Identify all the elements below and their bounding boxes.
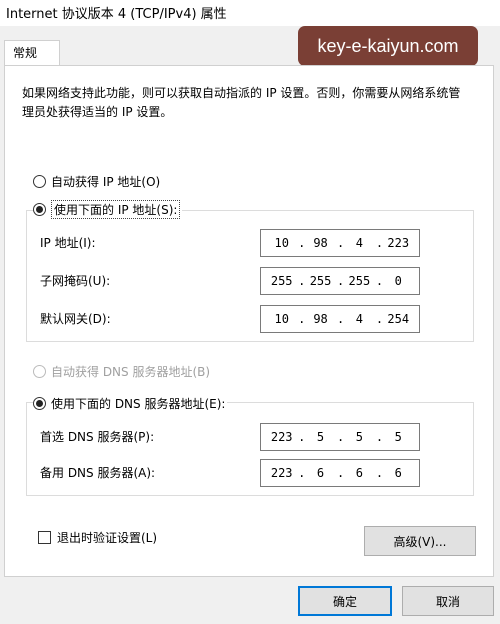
alternate-dns-input[interactable]: 223. 6. 6. 6	[260, 459, 420, 487]
radio-auto-dns-label: 自动获得 DNS 服务器地址(B)	[51, 364, 211, 379]
radio-auto-ip-circle[interactable]	[33, 174, 46, 188]
radio-auto-ip-label: 自动获得 IP 地址(O)	[51, 174, 161, 189]
default-gateway-input[interactable]: 10. 98. 4. 254	[260, 305, 420, 333]
default-gateway-label: 默认网关(D):	[40, 312, 111, 326]
preferred-dns-input[interactable]: 223. 5. 5. 5	[260, 423, 420, 451]
window-title: Internet 协议版本 4 (TCP/IPv4) 属性	[0, 0, 500, 26]
radio-manual-dns-circle[interactable]	[33, 396, 46, 410]
watermark: key-e-kaiyun.com	[298, 26, 478, 66]
advanced-button[interactable]: 高级(V)...	[364, 526, 476, 556]
radio-manual-ip[interactable]: 使用下面的 IP 地址(S):	[33, 199, 183, 219]
radio-manual-dns-label: 使用下面的 DNS 服务器地址(E):	[51, 396, 226, 411]
ip-address-input[interactable]: 10. 98. 4. 223	[260, 229, 420, 257]
ip-address-label: IP 地址(I):	[40, 236, 96, 250]
validate-settings-checkbox[interactable]	[38, 530, 51, 544]
description-text: 如果网络支持此功能，则可以获取自动指派的 IP 设置。否则，你需要从网络系统管理…	[22, 86, 461, 119]
ok-button[interactable]: 确定	[298, 586, 392, 616]
subnet-mask-label: 子网掩码(U):	[40, 274, 111, 288]
validate-settings-checkbox-row[interactable]: 退出时验证设置(L)	[38, 528, 157, 546]
validate-settings-label: 退出时验证设置(L)	[57, 530, 158, 545]
cancel-button[interactable]: 取消	[402, 586, 494, 616]
tab-general[interactable]: 常规	[4, 40, 60, 66]
subnet-mask-input[interactable]: 255. 255. 255. 0	[260, 267, 420, 295]
radio-manual-ip-circle[interactable]	[33, 202, 46, 216]
radio-auto-ip[interactable]: 自动获得 IP 地址(O)	[33, 172, 160, 190]
alternate-dns-label: 备用 DNS 服务器(A):	[40, 466, 156, 480]
radio-manual-ip-label: 使用下面的 IP 地址(S):	[51, 199, 181, 219]
radio-auto-dns-circle[interactable]	[33, 364, 46, 378]
preferred-dns-label: 首选 DNS 服务器(P):	[40, 430, 155, 444]
radio-manual-dns[interactable]: 使用下面的 DNS 服务器地址(E):	[33, 394, 228, 412]
radio-auto-dns[interactable]: 自动获得 DNS 服务器地址(B)	[33, 362, 210, 380]
